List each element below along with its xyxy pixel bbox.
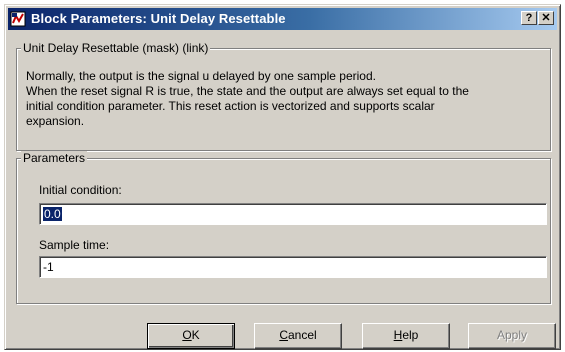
help-icon[interactable]: ? — [521, 11, 537, 25]
cancel-label: ancel — [287, 328, 317, 342]
sample-time-value: -1 — [43, 260, 54, 274]
initial-condition-field[interactable]: 0.0 — [39, 203, 547, 225]
ok-button[interactable]: OK — [147, 323, 235, 349]
parameters-group: Parameters — [16, 151, 551, 304]
help-button[interactable]: Help — [362, 323, 450, 349]
ok-label: K — [191, 328, 200, 342]
cancel-button[interactable]: Cancel — [254, 323, 342, 349]
close-icon[interactable]: ✕ — [538, 11, 554, 25]
simulink-block-icon — [10, 11, 26, 27]
initial-condition-label: Initial condition: — [39, 183, 122, 197]
description-line: initial condition parameter. This reset … — [26, 99, 435, 113]
description-line: When the reset signal R is true, the sta… — [26, 84, 469, 98]
parameters-legend: Parameters — [21, 151, 88, 165]
apply-button[interactable]: Apply — [468, 323, 556, 349]
window-title: Block Parameters: Unit Delay Resettable — [31, 11, 286, 26]
sample-time-field[interactable]: -1 — [39, 256, 547, 278]
block-parameters-dialog: Block Parameters: Unit Delay Resettable … — [4, 4, 561, 350]
sample-time-label: Sample time: — [39, 238, 110, 252]
initial-condition-value: 0.0 — [43, 207, 62, 221]
description-legend: Unit Delay Resettable (mask) (link) — [21, 41, 211, 55]
help-label: elp — [402, 328, 419, 342]
description-line: Normally, the output is the signal u del… — [26, 69, 376, 83]
cancel-mnemonic: C — [279, 328, 288, 342]
description-line: expansion. — [26, 114, 85, 128]
title-bar[interactable]: Block Parameters: Unit Delay Resettable … — [8, 8, 557, 30]
ok-mnemonic: O — [182, 328, 192, 342]
